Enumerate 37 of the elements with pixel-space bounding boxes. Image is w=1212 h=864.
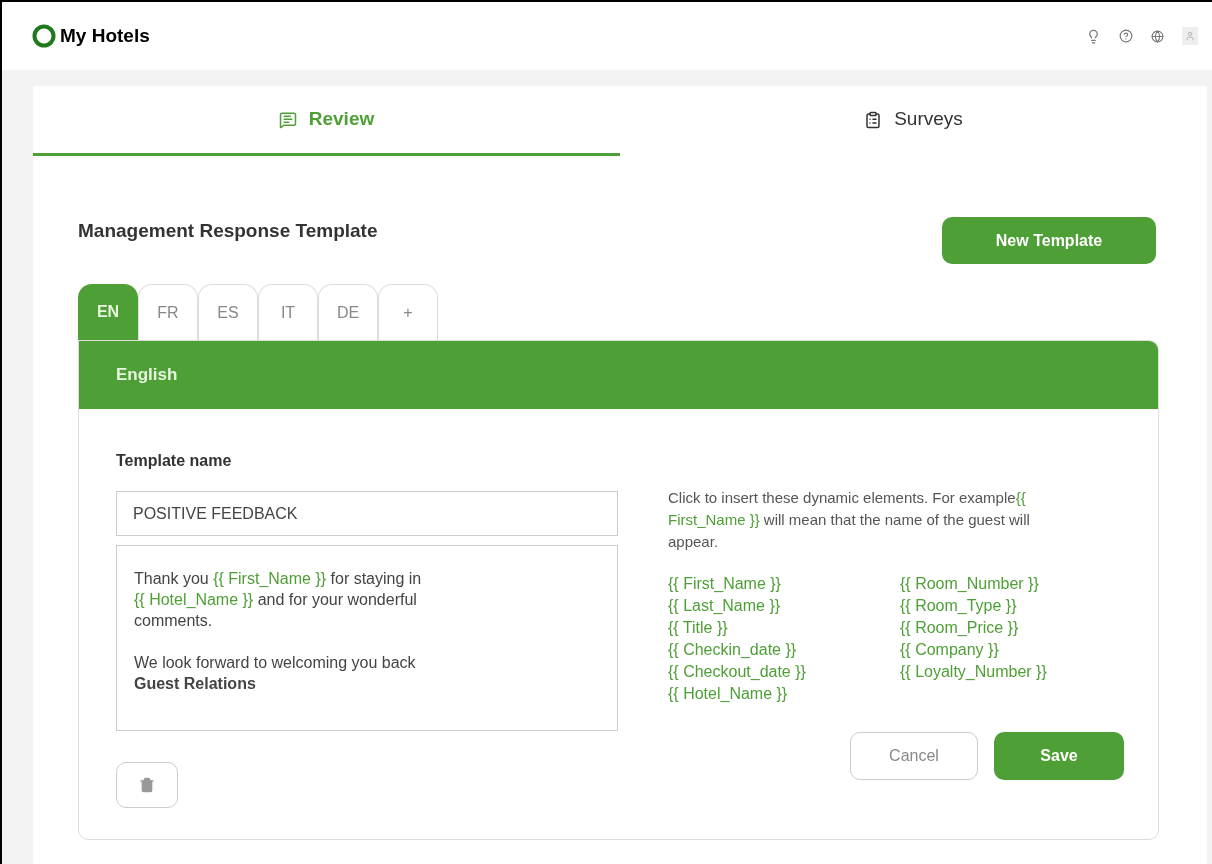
- placeholder-token[interactable]: {{ Last_Name }}: [668, 595, 781, 617]
- cancel-button[interactable]: Cancel: [850, 732, 978, 780]
- chat-icon: [278, 110, 297, 129]
- lightbulb-icon[interactable]: [1086, 28, 1101, 44]
- placeholder-token[interactable]: {{ Hotel_Name }}: [668, 683, 788, 705]
- main-tab[interactable]: Surveys: [620, 86, 1207, 156]
- placeholder-token[interactable]: {{ Title }}: [668, 617, 728, 639]
- main-tab[interactable]: Review: [33, 86, 620, 156]
- template-name-field[interactable]: POSITIVE FEEDBACK: [116, 491, 618, 536]
- language-tab[interactable]: DE: [318, 284, 378, 340]
- help-icon[interactable]: [1119, 29, 1133, 43]
- globe-icon[interactable]: [1151, 29, 1164, 43]
- placeholder-token[interactable]: {{ Room_Number }}: [900, 573, 1039, 595]
- delete-button[interactable]: [116, 762, 178, 808]
- placeholder-token[interactable]: {{ Room_Type }}: [900, 595, 1017, 617]
- new-template-button[interactable]: New Template: [942, 217, 1156, 264]
- page-heading: Management Response Template: [78, 219, 378, 244]
- logo-icon: [32, 24, 56, 48]
- placeholder-token[interactable]: {{ First_Name }}: [668, 573, 781, 595]
- language-tab[interactable]: +: [378, 284, 438, 340]
- placeholder-token[interactable]: {{ Checkin_date }}: [668, 639, 797, 661]
- placeholder-token[interactable]: {{ Loyalty_Number }}: [900, 661, 1047, 683]
- placeholder-token[interactable]: {{ Checkout_date }}: [668, 661, 806, 683]
- placeholder-token[interactable]: {{ Company }}: [900, 639, 999, 661]
- message-field[interactable]: Thank you {{ First_Name }} for staying in {{ Hotel_Name }} and for your wonderful comments. We look forward to welcoming you back Guest Relations: [116, 545, 618, 731]
- field-label: Template name: [116, 451, 233, 471]
- language-tab[interactable]: FR: [138, 284, 198, 340]
- clipboard-icon: [864, 110, 883, 129]
- app-title: My Hotels: [60, 23, 150, 48]
- save-button[interactable]: Save: [994, 732, 1124, 780]
- language-tab[interactable]: IT: [258, 284, 318, 340]
- language-tab[interactable]: EN: [78, 284, 138, 340]
- trash-icon: [139, 777, 155, 793]
- help-text: Click to insert these dynamic elements. For example{{ First_Name }} will mean that the name of the guest will appear.: [668, 488, 1031, 552]
- panel-title: English: [116, 364, 178, 387]
- placeholder-token[interactable]: {{ Room_Price }}: [900, 617, 1019, 639]
- language-tab[interactable]: ES: [198, 284, 258, 340]
